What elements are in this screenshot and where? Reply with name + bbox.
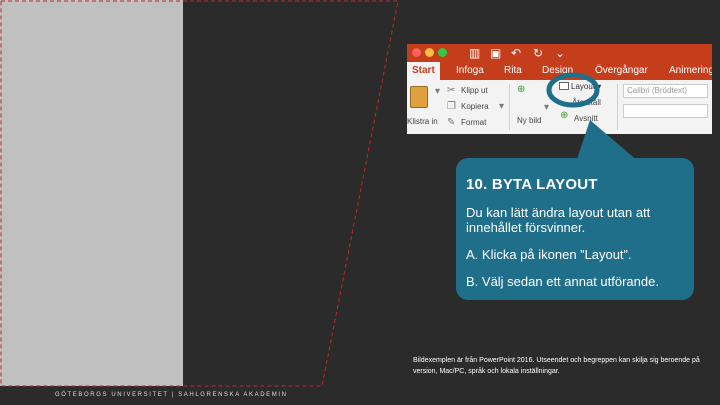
powerpoint-ribbon-screenshot: ▥ ▣ ↶ ↻ ⌄ Start Infoga Rita Design Överg…	[407, 44, 712, 134]
copy-icon[interactable]: ❐	[447, 101, 456, 112]
save-icon[interactable]: ▣	[490, 46, 501, 60]
footnote: Bildexemplen är från PowerPoint 2016. Ut…	[413, 357, 700, 375]
tab-overgangar[interactable]: Övergångar	[595, 65, 648, 76]
cut-label[interactable]: Klipp ut	[461, 86, 488, 95]
callout-step-a: A. Klicka på ikonen ”Layout”.	[466, 247, 632, 262]
cut-icon[interactable]: ✂	[447, 85, 455, 96]
zoom-window-icon[interactable]	[438, 48, 447, 57]
footer-university: GÖTEBORGS UNIVERSITET | SAHLGRENSKA AKAD…	[55, 392, 288, 398]
undo-icon[interactable]: ↶	[511, 46, 521, 60]
font-size-field[interactable]	[623, 104, 708, 118]
slides-view-icon[interactable]: ▥	[469, 46, 480, 60]
layout-icon	[559, 82, 569, 90]
copy-dropdown-icon[interactable]: ▾	[499, 101, 504, 112]
redo-icon[interactable]: ↻	[533, 46, 543, 60]
paste-dropdown-icon[interactable]: ▾	[435, 86, 440, 97]
ribbon-groups: Klistra in ▾ ✂ Klipp ut ❐ Kopiera ▾ ✎ Fo…	[407, 80, 712, 134]
callout-title: 10. BYTA LAYOUT	[466, 176, 598, 193]
layout-button[interactable]: Layout ▾	[559, 82, 601, 91]
section-label[interactable]: Avsnitt	[574, 114, 598, 123]
slide: ▥ ▣ ↶ ↻ ⌄ Start Infoga Rita Design Överg…	[0, 0, 720, 405]
tab-rita[interactable]: Rita	[504, 65, 522, 76]
new-slide-icon[interactable]: ⊕	[517, 84, 525, 95]
image-placeholder-panel	[0, 0, 183, 386]
copy-label[interactable]: Kopiera	[461, 102, 489, 111]
ribbon-titlebar: ▥ ▣ ↶ ↻ ⌄	[407, 44, 712, 62]
format-label[interactable]: Format	[461, 118, 486, 127]
customize-toolbar-icon[interactable]: ⌄	[555, 46, 565, 60]
layout-label: Layout	[571, 82, 596, 91]
tab-animering[interactable]: Animering	[669, 65, 712, 76]
callout-body: Du kan lätt ändra layout utan att innehå…	[466, 205, 651, 235]
minimize-window-icon[interactable]	[425, 48, 434, 57]
group-separator	[617, 84, 618, 130]
instruction-callout: 10. BYTA LAYOUT Du kan lätt ändra layout…	[456, 158, 694, 300]
ribbon-tabs: Start Infoga Rita Design Övergångar Anim…	[407, 62, 712, 80]
group-separator	[509, 84, 510, 130]
reset-label[interactable]: Återställ	[572, 98, 601, 107]
paste-icon[interactable]	[410, 86, 428, 108]
font-name-field[interactable]: Calibri (Brödtext)	[623, 84, 708, 98]
paste-label[interactable]: Klistra in	[407, 117, 438, 126]
new-slide-label[interactable]: Ny bild	[517, 116, 541, 125]
close-window-icon[interactable]	[412, 48, 421, 57]
format-painter-icon[interactable]: ✎	[447, 117, 455, 128]
tab-design[interactable]: Design	[542, 65, 573, 76]
callout-step-b: B. Välj sedan ett annat utförande.	[466, 274, 659, 289]
tab-start[interactable]: Start	[407, 62, 440, 80]
tab-infoga[interactable]: Infoga	[456, 65, 484, 76]
new-slide-dropdown-icon[interactable]: ▾	[544, 102, 549, 113]
section-icon[interactable]: ⊕	[560, 110, 568, 121]
